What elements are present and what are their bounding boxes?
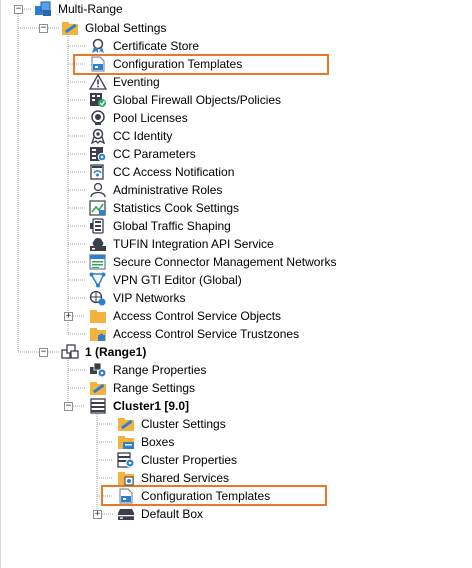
- tree-node-label: Certificate Store: [113, 39, 200, 53]
- tree-node-boxes[interactable]: Boxes: [117, 433, 174, 451]
- vip-networks-icon: [89, 290, 107, 306]
- tree-node-label: Global Settings: [85, 21, 167, 35]
- tree-node-cluster-configuration-templates[interactable]: Configuration Templates: [117, 487, 270, 505]
- tree-node-label: Access Control Service Trustzones: [113, 327, 300, 341]
- folder-puzzle-icon: [89, 326, 107, 342]
- tree-node-global-traffic-shaping[interactable]: Global Traffic Shaping: [89, 217, 231, 235]
- tree-node-label: Administrative Roles: [113, 183, 223, 197]
- folder-settings-icon: [117, 416, 135, 432]
- license-icon: [89, 110, 107, 126]
- cluster-icon: [89, 398, 107, 414]
- collapse-toggle-global-settings[interactable]: −: [39, 24, 48, 33]
- default-box-icon: [117, 506, 135, 522]
- tree-node-cluster-settings[interactable]: Cluster Settings: [117, 415, 226, 433]
- statistics-icon: [89, 200, 107, 216]
- tree-node-global-firewall-objects[interactable]: Global Firewall Objects/Policies: [89, 91, 281, 109]
- tree-node-label: Pool Licenses: [113, 111, 188, 125]
- tree-node-label: Multi-Range: [58, 2, 123, 16]
- range-properties-icon: [89, 362, 107, 378]
- tree-node-range1[interactable]: 1 (Range1): [61, 343, 146, 361]
- firewall-objects-icon: [89, 92, 107, 108]
- tree-node-cluster-properties[interactable]: Cluster Properties: [117, 451, 237, 469]
- config-template-icon: [89, 56, 107, 72]
- tree-node-label: Global Firewall Objects/Policies: [113, 93, 282, 107]
- tree-node-access-control-service-objects[interactable]: Access Control Service Objects: [89, 307, 281, 325]
- access-notification-icon: [89, 164, 107, 180]
- tree-node-cc-identity[interactable]: CC Identity: [89, 127, 172, 145]
- cluster-properties-icon: [117, 452, 135, 468]
- tree-node-label: VPN GTI Editor (Global): [113, 273, 242, 287]
- secure-connector-icon: [89, 254, 107, 270]
- tree-node-multi-range[interactable]: Multi-Range: [34, 0, 123, 18]
- tufin-icon: [89, 236, 107, 252]
- tree-node-label: Cluster Settings: [141, 417, 226, 431]
- tree-node-label: Configuration Templates: [141, 489, 271, 503]
- tree-node-label: Eventing: [113, 75, 160, 89]
- tree-node-label: CC Access Notification: [113, 165, 235, 179]
- tree-view[interactable]: − − + − − + Multi-Range Global Settings …: [0, 0, 472, 568]
- tree-node-label: Shared Services: [141, 471, 230, 485]
- tree-node-label: Cluster Properties: [141, 453, 238, 467]
- tree-node-label: TUFIN Integration API Service: [113, 237, 274, 251]
- folder-settings-icon: [61, 20, 79, 36]
- vpn-gti-icon: [89, 272, 107, 288]
- tree-node-label: 1 (Range1): [85, 345, 147, 359]
- tree-node-vip-networks[interactable]: VIP Networks: [89, 289, 185, 307]
- tree-node-label: Access Control Service Objects: [113, 309, 282, 323]
- tree-node-administrative-roles[interactable]: Administrative Roles: [89, 181, 222, 199]
- folder-settings-icon: [89, 380, 107, 396]
- boxes-icon: [117, 434, 135, 450]
- expand-toggle-access-control-service-objects[interactable]: +: [64, 312, 73, 321]
- tree-node-label: Configuration Templates: [113, 57, 243, 71]
- collapse-toggle-multi-range[interactable]: −: [14, 5, 23, 14]
- tree-node-global-settings[interactable]: Global Settings: [61, 19, 166, 37]
- tree-node-cc-parameters[interactable]: CC Parameters: [89, 145, 196, 163]
- tree-node-label: Range Settings: [113, 381, 196, 395]
- tree-node-cc-access-notification[interactable]: CC Access Notification: [89, 163, 234, 181]
- tree-node-cluster1[interactable]: Cluster1 [9.0]: [89, 397, 189, 415]
- traffic-shaping-icon: [89, 218, 107, 234]
- tree-node-configuration-templates[interactable]: Configuration Templates: [89, 55, 242, 73]
- tree-node-label: Cluster1 [9.0]: [113, 399, 190, 413]
- tree-node-pool-licenses[interactable]: Pool Licenses: [89, 109, 188, 127]
- certificate-icon: [89, 38, 107, 54]
- range-icon: [61, 344, 79, 360]
- tree-node-label: Global Traffic Shaping: [113, 219, 231, 233]
- tree-node-label: CC Identity: [113, 129, 173, 143]
- collapse-toggle-cluster1[interactable]: −: [64, 402, 73, 411]
- folder-icon: [89, 308, 107, 324]
- tree-node-label: Range Properties: [113, 363, 207, 377]
- tree-node-range-settings[interactable]: Range Settings: [89, 379, 195, 397]
- tree-node-label: CC Parameters: [113, 147, 196, 161]
- tree-node-shared-services[interactable]: Shared Services: [117, 469, 229, 487]
- expand-toggle-default-box[interactable]: +: [93, 510, 102, 519]
- tree-node-statistics-cook-settings[interactable]: Statistics Cook Settings: [89, 199, 239, 217]
- admin-roles-icon: [89, 182, 107, 198]
- tree-node-label: Boxes: [141, 435, 175, 449]
- tree-node-label: Default Box: [141, 507, 204, 521]
- multi-range-icon: [34, 1, 52, 17]
- tree-node-certificate-store[interactable]: Certificate Store: [89, 37, 199, 55]
- parameters-icon: [89, 146, 107, 162]
- tree-node-default-box[interactable]: Default Box: [117, 505, 203, 523]
- tree-node-label: VIP Networks: [113, 291, 186, 305]
- tree-node-range-properties[interactable]: Range Properties: [89, 361, 206, 379]
- collapse-toggle-range1[interactable]: −: [39, 348, 48, 357]
- tree-node-tufin-integration[interactable]: TUFIN Integration API Service: [89, 235, 274, 253]
- identity-icon: [89, 128, 107, 145]
- tree-node-vpn-gti-editor[interactable]: VPN GTI Editor (Global): [89, 271, 242, 289]
- tree-node-access-control-service-trustzones[interactable]: Access Control Service Trustzones: [89, 325, 299, 343]
- tree-node-eventing[interactable]: Eventing: [88, 73, 160, 91]
- warning-icon: [88, 73, 108, 90]
- tree-node-label: Statistics Cook Settings: [113, 201, 240, 215]
- tree-node-secure-connector[interactable]: Secure Connector Management Networks: [89, 253, 336, 271]
- shared-services-icon: [117, 470, 135, 486]
- tree-node-label: Secure Connector Management Networks: [113, 255, 337, 269]
- config-template-icon: [117, 488, 135, 504]
